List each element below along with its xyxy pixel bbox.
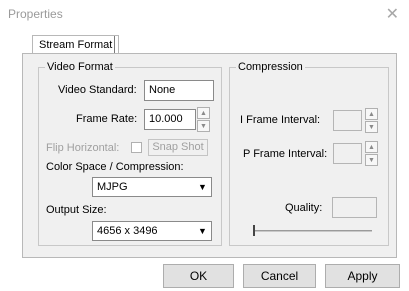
frame-rate-input[interactable]: 10.000 — [144, 109, 196, 130]
ok-button[interactable]: OK — [163, 264, 234, 288]
video-format-legend: Video Format — [45, 61, 115, 73]
color-space-select[interactable]: MJPG ▼ — [92, 177, 212, 197]
close-icon[interactable]: ✕ — [386, 4, 399, 24]
video-standard-field: None — [144, 80, 214, 101]
video-standard-label: Video Standard: — [58, 84, 137, 96]
flip-horizontal-label: Flip Horizontal: — [46, 142, 120, 154]
color-space-label: Color Space / Compression: — [46, 161, 184, 173]
chevron-down-icon[interactable]: ▼ — [195, 223, 210, 239]
window-title: Properties — [8, 7, 63, 21]
i-frame-interval-label: I Frame Interval: — [240, 114, 321, 126]
apply-button[interactable]: Apply — [325, 264, 400, 288]
output-size-select[interactable]: 4656 x 3496 ▼ — [92, 221, 212, 241]
chevron-down-icon[interactable]: ▼ — [195, 179, 210, 195]
output-size-value: 4656 x 3496 — [97, 225, 158, 237]
cancel-button[interactable]: Cancel — [243, 264, 316, 288]
flip-horizontal-checkbox[interactable] — [131, 142, 142, 153]
tab-divider — [114, 36, 115, 54]
frame-rate-label: Frame Rate: — [76, 113, 138, 125]
snap-shot-button[interactable]: Snap Shot — [148, 139, 208, 156]
color-space-value: MJPG — [97, 181, 128, 193]
i-frame-interval-input[interactable] — [333, 110, 362, 131]
i-frame-spin-down[interactable]: ▼ — [365, 121, 378, 133]
frame-rate-spin-down[interactable]: ▼ — [197, 120, 210, 132]
quality-slider-track[interactable] — [254, 230, 372, 232]
i-frame-spin-up[interactable]: ▲ — [365, 108, 378, 120]
p-frame-spin-up[interactable]: ▲ — [365, 141, 378, 153]
quality-input[interactable] — [332, 197, 377, 218]
tab-stream-format[interactable]: Stream Format — [32, 35, 120, 54]
p-frame-spin-down[interactable]: ▼ — [365, 154, 378, 166]
p-frame-interval-input[interactable] — [333, 143, 362, 164]
p-frame-interval-label: P Frame Interval: — [243, 148, 328, 160]
output-size-label: Output Size: — [46, 204, 107, 216]
title-bar: Properties ✕ — [0, 0, 409, 28]
quality-slider-thumb[interactable] — [253, 225, 255, 236]
frame-rate-spin-up[interactable]: ▲ — [197, 107, 210, 119]
compression-legend: Compression — [236, 61, 305, 73]
quality-label: Quality: — [285, 202, 323, 214]
